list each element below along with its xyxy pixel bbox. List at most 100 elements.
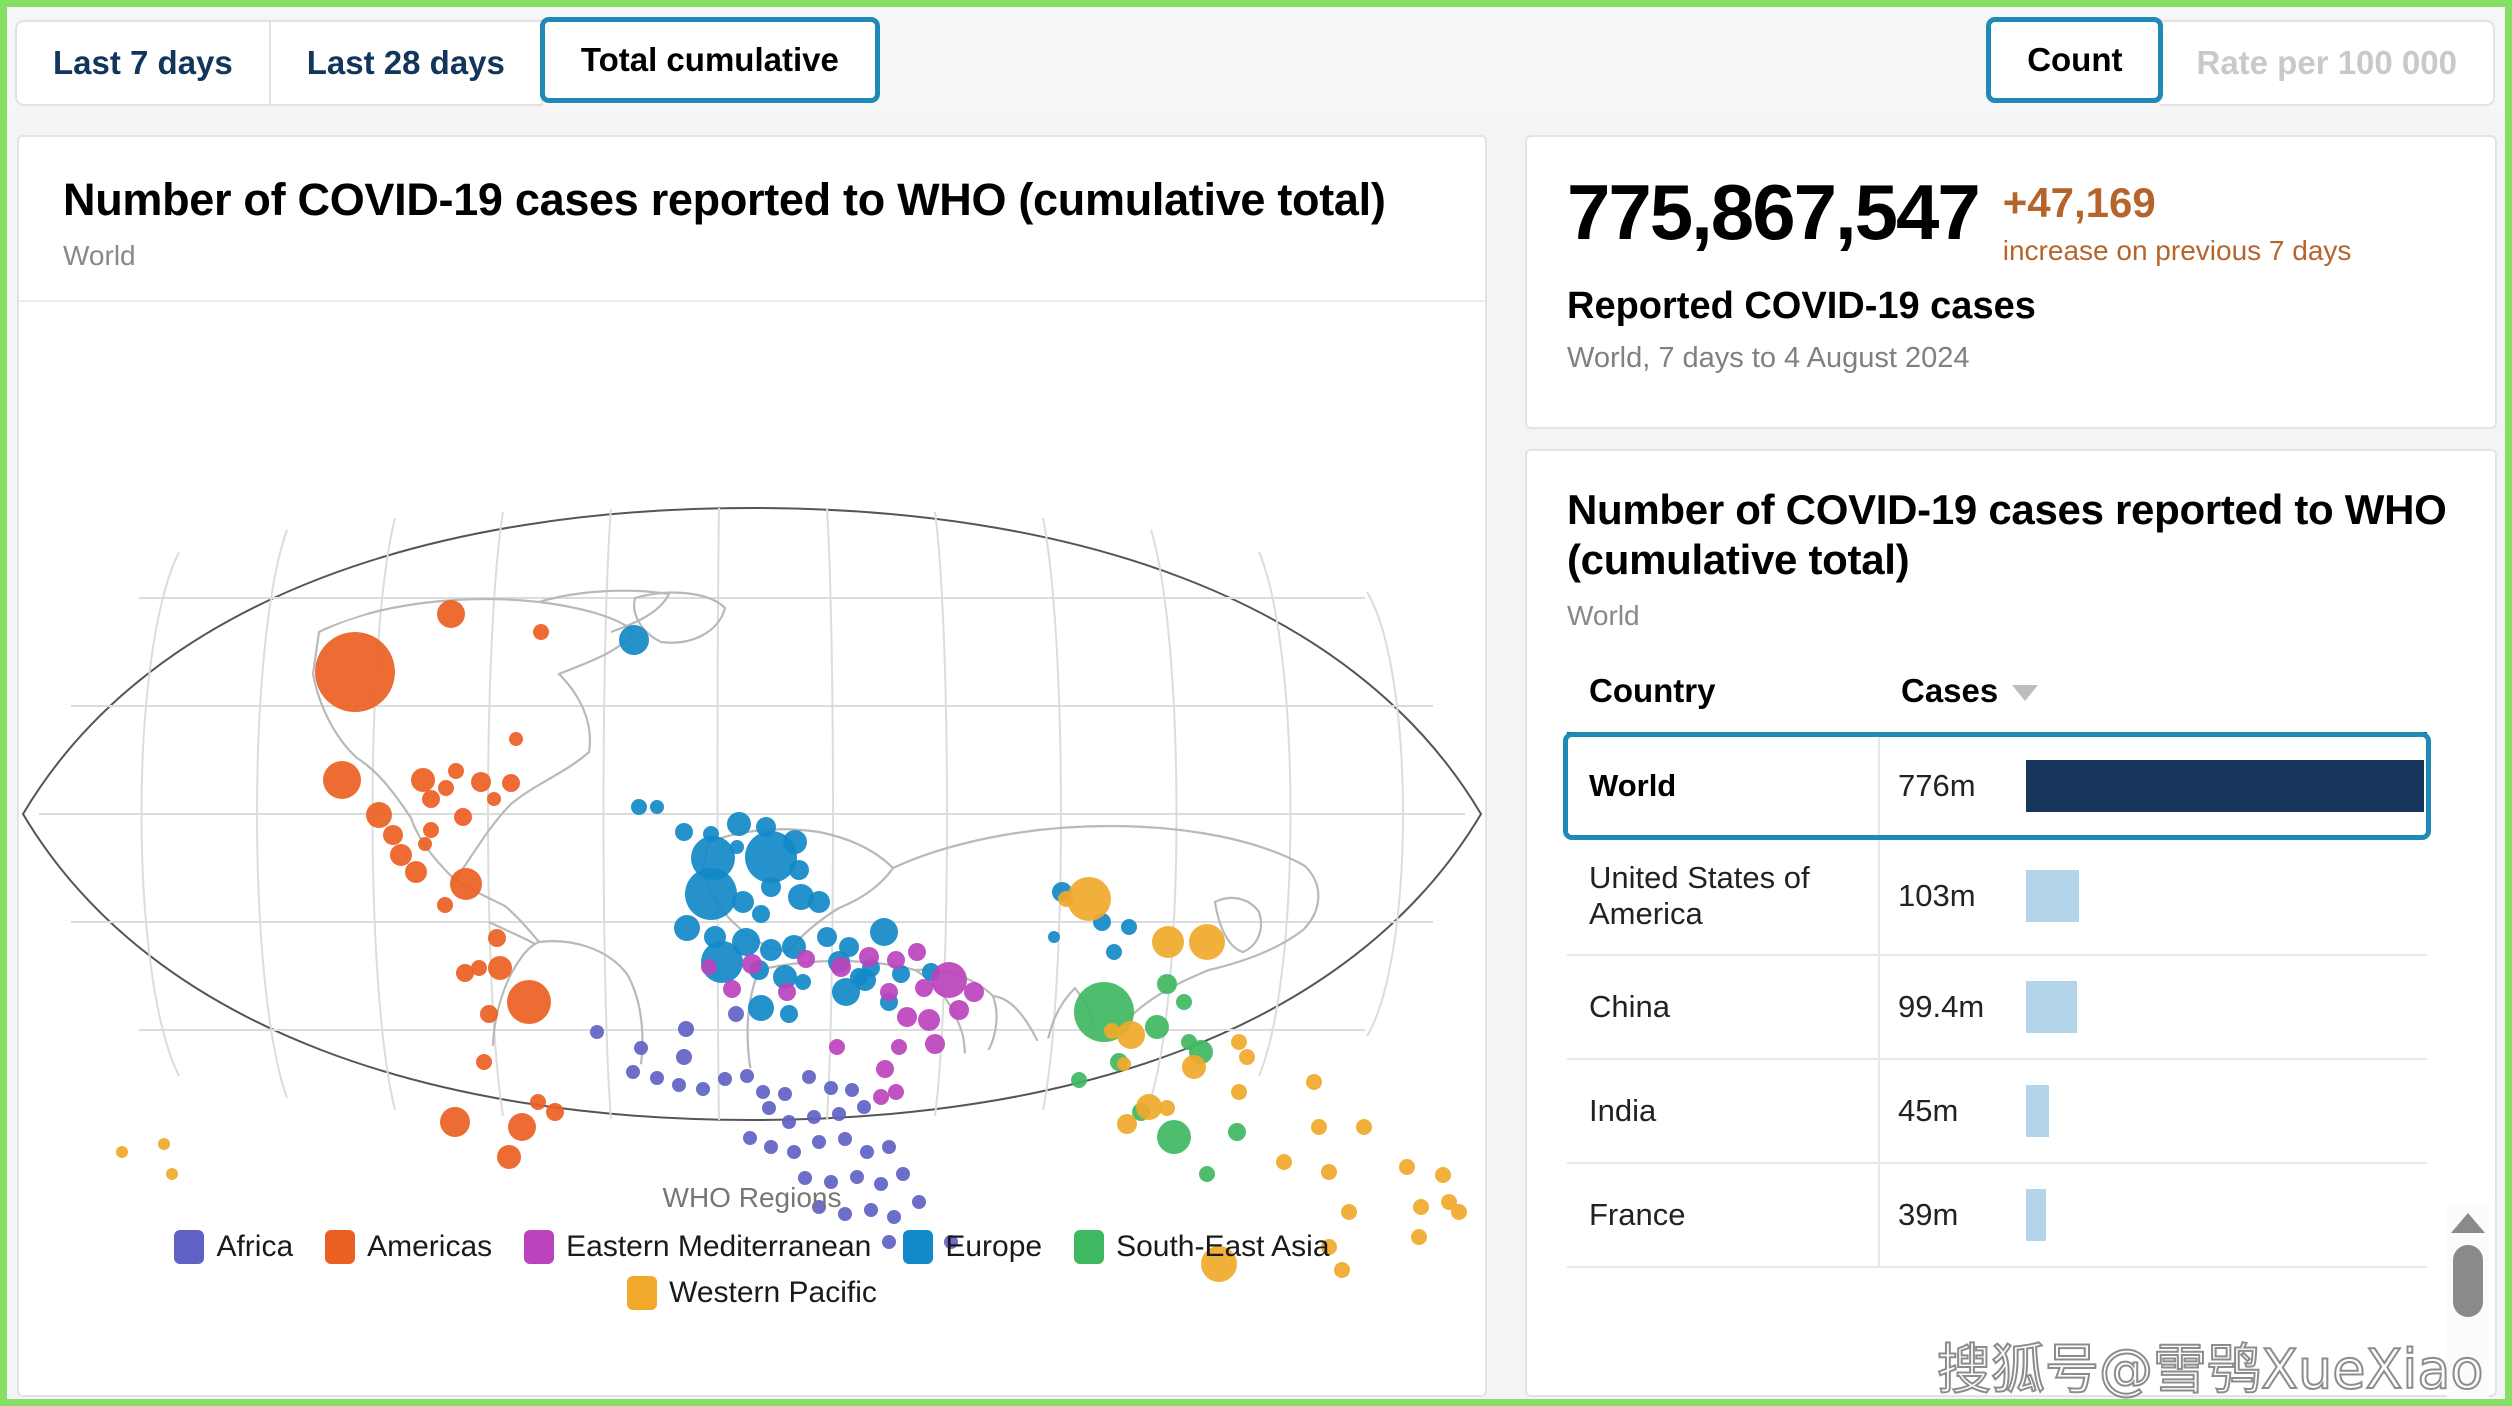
map-bubble[interactable] [471, 960, 487, 977]
map-bubble[interactable] [1159, 1100, 1175, 1117]
map-bubble[interactable] [488, 956, 512, 981]
map-bubble[interactable] [1231, 1034, 1247, 1051]
map-bubble[interactable] [782, 1115, 796, 1130]
map-bubble[interactable] [1121, 919, 1137, 936]
map-bubble[interactable] [701, 959, 717, 976]
map-bubble[interactable] [887, 951, 905, 970]
map-bubble[interactable] [650, 1071, 664, 1086]
map-bubble[interactable] [807, 1110, 821, 1125]
map-bubble[interactable] [1058, 891, 1074, 908]
map-bubble[interactable] [438, 780, 454, 797]
sort-descending-icon[interactable] [2012, 685, 2039, 702]
map-bubble[interactable] [619, 625, 649, 656]
map-bubble[interactable] [1048, 931, 1060, 944]
map-bubble[interactable] [756, 1085, 770, 1100]
map-bubble[interactable] [780, 1005, 798, 1024]
tab-rate-per-100000[interactable]: Rate per 100 000 [2160, 20, 2495, 106]
map-bubble[interactable] [674, 915, 700, 942]
map-bubble[interactable] [676, 1049, 692, 1066]
map-bubble[interactable] [1071, 1072, 1087, 1089]
map-bubble[interactable] [1157, 1120, 1191, 1155]
map-bubble[interactable] [476, 1054, 492, 1071]
map-bubble[interactable] [1104, 1023, 1120, 1040]
legend-item-africa[interactable]: Africa [174, 1230, 293, 1265]
map-bubble[interactable] [838, 1132, 852, 1147]
map-bubble[interactable] [1311, 1119, 1327, 1136]
map-bubble[interactable] [949, 1000, 969, 1021]
map-bubble[interactable] [1145, 1015, 1169, 1040]
legend-item-europe[interactable]: Europe [903, 1230, 1042, 1265]
map-bubble[interactable] [471, 772, 491, 793]
bubble-map[interactable]: WHO Regions Africa Americas Eastern Medi… [19, 302, 1485, 1326]
map-bubble[interactable] [1306, 1074, 1322, 1091]
table-row[interactable]: France 39m [1567, 1163, 2427, 1269]
map-bubble[interactable] [778, 983, 796, 1002]
map-bubble[interactable] [508, 1113, 536, 1142]
map-bubble[interactable] [422, 790, 440, 809]
map-bubble[interactable] [158, 1138, 170, 1151]
legend-item-south-east-asia[interactable]: South-East Asia [1074, 1230, 1330, 1265]
map-bubble[interactable] [732, 891, 754, 914]
map-bubble[interactable] [964, 982, 984, 1003]
map-bubble[interactable] [437, 600, 465, 629]
map-bubble[interactable] [718, 1072, 732, 1087]
map-bubble[interactable] [789, 860, 809, 881]
map-bubble[interactable] [908, 943, 926, 962]
map-bubble[interactable] [1435, 1167, 1451, 1184]
map-bubble[interactable] [728, 1006, 744, 1023]
map-bubble[interactable] [116, 1146, 128, 1159]
tab-count[interactable]: Count [1986, 17, 2164, 103]
map-bubble[interactable] [817, 927, 837, 948]
map-bubble[interactable] [405, 861, 427, 884]
map-bubble[interactable] [882, 1140, 896, 1155]
map-bubble[interactable] [418, 837, 432, 852]
table-scrollbar[interactable] [2447, 1203, 2489, 1399]
map-bubble[interactable] [488, 929, 506, 948]
map-bubble[interactable] [1176, 994, 1192, 1011]
map-bubble[interactable] [730, 840, 744, 855]
map-bubble[interactable] [918, 1009, 940, 1032]
map-bubble[interactable] [509, 732, 523, 747]
map-bubble[interactable] [634, 1041, 648, 1056]
map-bubble[interactable] [876, 1060, 894, 1079]
map-bubble[interactable] [797, 950, 815, 969]
map-bubble[interactable] [931, 962, 967, 999]
map-bubble[interactable] [812, 1135, 826, 1150]
map-bubble[interactable] [1117, 1057, 1131, 1072]
map-bubble[interactable] [1157, 974, 1177, 995]
map-bubble[interactable] [1106, 944, 1122, 961]
column-header-cases[interactable]: Cases [1879, 657, 2427, 735]
map-bubble[interactable] [762, 1101, 776, 1116]
map-bubble[interactable] [802, 1070, 816, 1085]
map-bubble[interactable] [678, 1021, 694, 1038]
map-bubble[interactable] [590, 1025, 604, 1040]
map-bubble[interactable] [896, 1167, 910, 1182]
map-bubble[interactable] [546, 1103, 564, 1122]
map-bubble[interactable] [366, 802, 392, 829]
map-bubble[interactable] [696, 1082, 710, 1097]
map-bubble[interactable] [323, 761, 361, 800]
map-bubble[interactable] [1152, 926, 1184, 959]
map-bubble[interactable] [450, 868, 482, 901]
map-bubble[interactable] [760, 939, 782, 962]
map-bubble[interactable] [845, 1083, 859, 1098]
map-bubble[interactable] [1276, 1154, 1292, 1171]
map-bubble[interactable] [1239, 1049, 1255, 1066]
map-bubble[interactable] [411, 768, 435, 793]
map-bubble[interactable] [808, 891, 830, 914]
map-bubble[interactable] [685, 868, 737, 921]
map-bubble[interactable] [1321, 1164, 1337, 1181]
map-bubble[interactable] [454, 808, 472, 827]
legend-item-eastern-mediterranean[interactable]: Eastern Mediterranean [524, 1230, 871, 1265]
map-bubble[interactable] [631, 799, 647, 816]
map-bubble[interactable] [891, 1039, 907, 1056]
map-bubble[interactable] [824, 1081, 838, 1096]
map-bubble[interactable] [1117, 1114, 1137, 1135]
map-bubble[interactable] [507, 980, 551, 1025]
map-bubble[interactable] [888, 1084, 904, 1101]
map-bubble[interactable] [795, 974, 811, 991]
map-bubble[interactable] [530, 1094, 546, 1111]
table-row[interactable]: India 45m [1567, 1059, 2427, 1165]
map-bubble[interactable] [1228, 1123, 1246, 1142]
map-bubble[interactable] [502, 774, 520, 793]
